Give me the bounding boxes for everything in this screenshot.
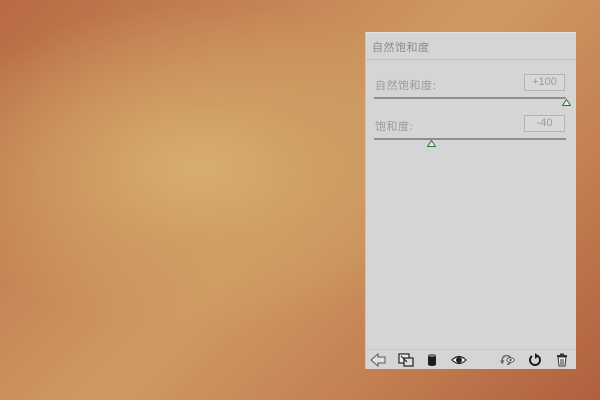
vibrance-slider-thumb[interactable] — [561, 99, 571, 106]
properties-panel: 自然饱和度 自然饱和度: +100 饱和度: -40 — [365, 32, 576, 369]
panel-footer-toolbar — [366, 349, 576, 370]
undo-view-icon[interactable] — [499, 352, 515, 368]
saturation-slider-thumb[interactable] — [427, 140, 437, 147]
vibrance-label: 自然饱和度: — [375, 79, 437, 92]
vibrance-slider-track[interactable] — [374, 97, 566, 99]
eye-icon[interactable] — [451, 352, 467, 368]
view-previous-state-icon[interactable] — [398, 352, 414, 368]
toggle-visibility-icon[interactable] — [424, 352, 440, 368]
reset-icon[interactable] — [527, 352, 543, 368]
saturation-label: 饱和度: — [375, 120, 414, 133]
saturation-value-field[interactable]: -40 — [524, 115, 565, 132]
vibrance-value-field[interactable]: +100 — [524, 74, 565, 91]
trash-icon[interactable] — [554, 352, 570, 368]
saturation-slider-track[interactable] — [374, 138, 566, 140]
panel-title: 自然饱和度 — [372, 41, 430, 54]
clip-to-layer-icon[interactable] — [370, 352, 386, 368]
panel-header: 自然饱和度 — [366, 33, 576, 60]
